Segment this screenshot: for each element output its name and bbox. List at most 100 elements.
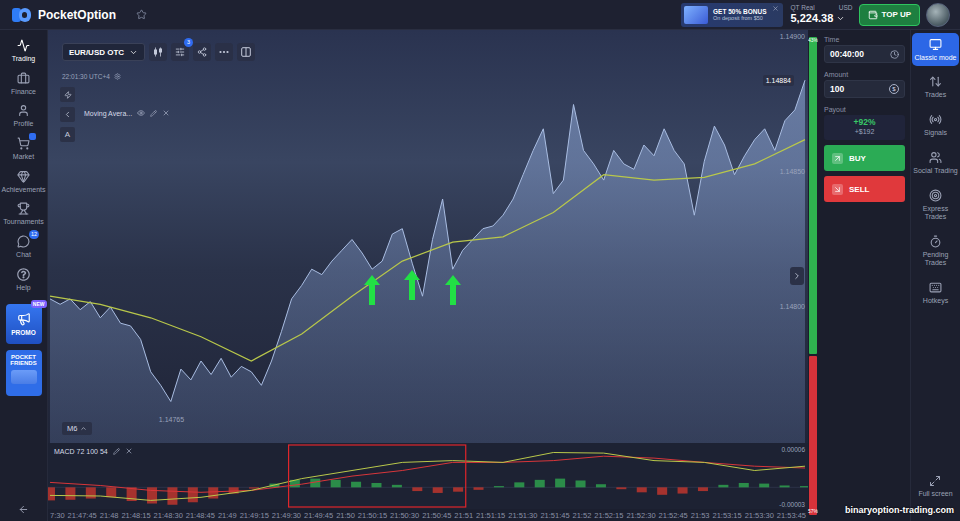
- indicators-button[interactable]: 3: [171, 43, 189, 61]
- right-nav-item[interactable]: Pending Trades: [911, 230, 960, 272]
- pencil-icon[interactable]: [150, 110, 157, 117]
- histogram-bar: [780, 485, 790, 487]
- time-tick: 21:53:30: [745, 511, 774, 520]
- nav-item[interactable]: Trading: [0, 34, 47, 67]
- right-nav-label: Signals: [924, 129, 947, 137]
- server-time: 22:01:30 UTC+4: [62, 73, 121, 80]
- current-price: 1.14884: [763, 75, 794, 86]
- right-nav-item[interactable]: Social Trading: [911, 146, 960, 180]
- payout-box: +92%+$192: [824, 115, 905, 140]
- nav-item[interactable]: Help: [0, 263, 47, 296]
- trading-page: PocketOption GET 50% BONUSOn deposit from…: [0, 0, 960, 521]
- payout-label: Payout: [824, 106, 905, 113]
- favorite-button[interactable]: [136, 9, 147, 20]
- time-tick: 7:30: [50, 511, 65, 520]
- eye-icon[interactable]: [137, 109, 145, 117]
- nav-item[interactable]: Profile: [0, 99, 47, 132]
- account-type: QT Real: [791, 4, 815, 11]
- nav-label: Finance: [11, 88, 36, 96]
- bonus-title: GET 50% BONUS: [713, 8, 766, 15]
- layout-button[interactable]: [237, 43, 255, 61]
- timer-icon: [929, 235, 942, 248]
- indicator-label: Moving Avera...: [84, 109, 170, 117]
- user-avatar[interactable]: [926, 3, 950, 27]
- drawings-button[interactable]: [193, 43, 211, 61]
- right-nav-item[interactable]: Hotkeys: [911, 276, 960, 310]
- highlight-box: [289, 445, 466, 507]
- arrow-left-icon: [18, 504, 29, 515]
- friends-card[interactable]: POCKET FRIENDS: [6, 350, 42, 396]
- promo-label: PROMO: [11, 329, 36, 336]
- fullscreen-button[interactable]: Full screen: [918, 475, 952, 497]
- time-tick: 21:51:30: [508, 511, 537, 520]
- histogram-bar: [759, 484, 769, 488]
- sell-button[interactable]: SELL: [824, 176, 905, 202]
- histogram-bar: [392, 485, 402, 487]
- nav-item[interactable]: Tournaments: [0, 197, 47, 230]
- right-nav-item[interactable]: Signals: [911, 108, 960, 142]
- histogram-bar: [412, 487, 422, 491]
- buy-button[interactable]: BUY: [824, 145, 905, 171]
- right-nav-item[interactable]: Trades: [911, 70, 960, 104]
- histogram-bar: [249, 487, 259, 488]
- bonus-banner[interactable]: GET 50% BONUSOn deposit from $50: [681, 3, 782, 27]
- nav-item[interactable]: Achievements: [0, 165, 47, 198]
- bonus-subtitle: On deposit from $50: [713, 15, 766, 21]
- sentiment-bar: 43%57%: [808, 30, 818, 521]
- price-chart[interactable]: EUR/USD OTC 3 22:01:30 UTC+4 A Moving Avera.…: [48, 30, 808, 443]
- close-icon[interactable]: [162, 109, 170, 117]
- chart-type-button[interactable]: [149, 43, 167, 61]
- pencil-icon[interactable]: [113, 448, 120, 455]
- promo-card[interactable]: PROMONEW: [6, 304, 42, 344]
- more-button[interactable]: [215, 43, 233, 61]
- users-icon: [929, 151, 942, 164]
- time-tick: 21:52:15: [594, 511, 623, 520]
- hide-indicators-button[interactable]: [60, 107, 75, 122]
- user-icon: [17, 104, 30, 117]
- chart-toolbar: EUR/USD OTC 3: [62, 43, 255, 61]
- price-tick: 1.14900: [780, 32, 805, 42]
- monitor-icon: [929, 38, 942, 51]
- quick-trade-button[interactable]: [60, 87, 75, 102]
- nav-item[interactable]: 12Chat: [0, 230, 47, 263]
- nav-label: Trading: [12, 55, 35, 63]
- time-tick: 21:49:30: [272, 511, 301, 520]
- chevron-up-icon: [80, 425, 87, 432]
- top-up-button[interactable]: TOP UP: [859, 4, 921, 26]
- price-line: [50, 80, 805, 401]
- account-selector[interactable]: QT RealUSD5,224.38: [791, 4, 853, 24]
- sentiment-down: 57%: [809, 356, 817, 515]
- nav-item[interactable]: Finance: [0, 67, 47, 100]
- histogram-bar: [494, 486, 504, 487]
- histogram-bar: [474, 487, 484, 489]
- logo[interactable]: PocketOption: [12, 6, 116, 24]
- bonus-close-button[interactable]: [772, 5, 779, 12]
- account-currency: USD: [839, 4, 853, 11]
- signal-arrow-icon: [445, 275, 461, 305]
- histogram-bar: [698, 487, 708, 491]
- amount-field[interactable]: 100$: [824, 80, 905, 98]
- expand-button[interactable]: [790, 267, 804, 285]
- collapse-button[interactable]: [18, 504, 29, 521]
- signal-arrow-icon: [364, 275, 380, 305]
- timeframe-button[interactable]: M6: [62, 422, 92, 435]
- text-tool-button[interactable]: A: [60, 127, 75, 142]
- macd-tick: 0.00006: [782, 446, 806, 454]
- close-icon[interactable]: [125, 447, 133, 455]
- time-field[interactable]: 00:40:00: [824, 45, 905, 63]
- bonus-picture: [684, 6, 708, 24]
- right-nav-item[interactable]: Classic mode: [912, 33, 959, 66]
- nav-label: Help: [16, 284, 30, 292]
- macd-line: [50, 453, 805, 501]
- time-tick: 21:48:30: [154, 511, 183, 520]
- nav-item[interactable]: Market: [0, 132, 47, 165]
- symbol-selector[interactable]: EUR/USD OTC: [62, 43, 145, 61]
- time-tick: 21:50: [336, 511, 355, 520]
- histogram-bar: [637, 487, 647, 492]
- right-nav-item[interactable]: Express Trades: [911, 184, 960, 226]
- low-price-label: 1.14765: [159, 416, 184, 423]
- price-tick: 1.14800: [780, 302, 805, 312]
- right-nav-label: Express Trades: [912, 205, 959, 221]
- indicator-count-badge: 3: [184, 38, 193, 47]
- macd-panel: MACD 72 100 540.00006-0.00003: [48, 443, 808, 509]
